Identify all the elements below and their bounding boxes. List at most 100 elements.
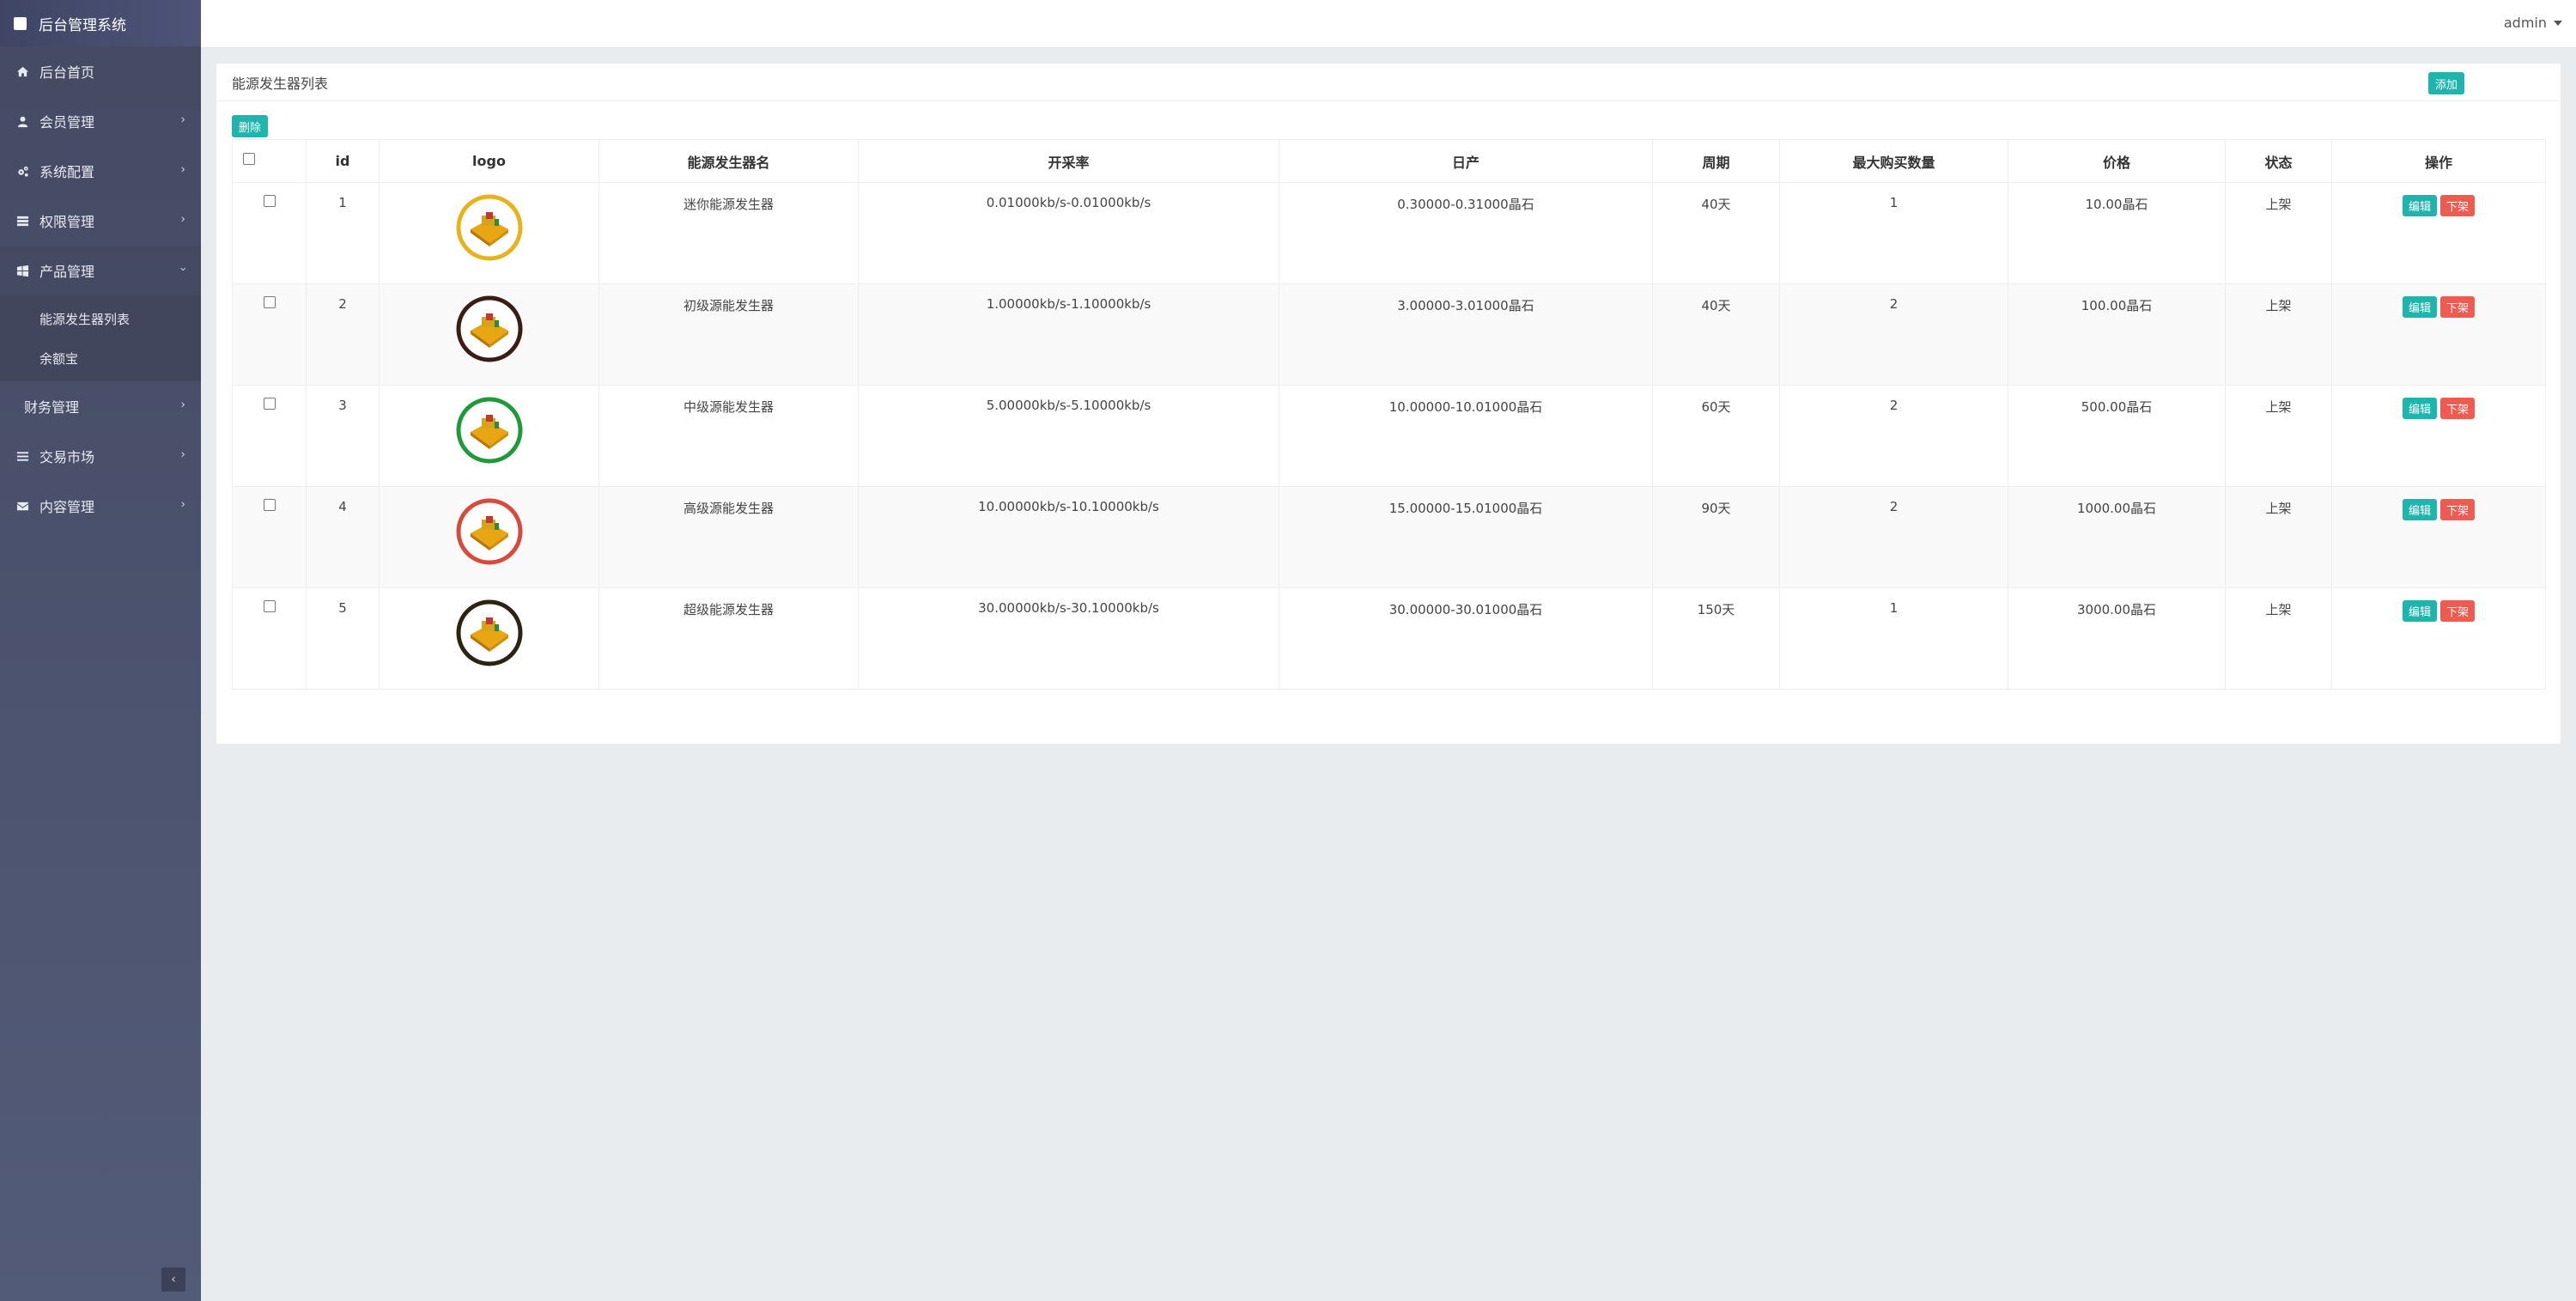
sidebar-item-home[interactable]: 后台首页 (0, 46, 201, 96)
row-checkbox[interactable] (263, 600, 276, 612)
chevron-right-icon: › (180, 112, 185, 127)
cell-daily: 10.00000-10.01000晶石 (1279, 385, 1653, 487)
select-all-checkbox[interactable] (243, 153, 255, 165)
sidebar-item-members[interactable]: 会员管理 › (0, 96, 201, 146)
products-submenu: 能源发生器列表 余额宝 (0, 295, 201, 381)
row-checkbox[interactable] (263, 195, 276, 207)
cell-logo (379, 283, 599, 386)
add-button[interactable]: 添加 (2428, 72, 2465, 94)
row-checkbox[interactable] (263, 499, 276, 511)
cell-name: 高级源能发生器 (598, 486, 859, 588)
cell-rate: 10.00000kb/s-10.10000kb/s (858, 486, 1279, 588)
cell-id: 5 (306, 587, 380, 690)
column-header-id: id (306, 139, 380, 183)
table-row: 1 迷你能源发生器 0.01000kb/s-0.01000kb/s 0.3000… (232, 182, 2546, 284)
chevron-left-icon: ‹ (171, 1273, 176, 1286)
column-header-rate: 开采率 (858, 139, 1279, 183)
brand-title: 后台管理系统 (39, 16, 126, 34)
cell-actions: 编辑 下架 (2331, 182, 2546, 284)
column-header-period: 周期 (1652, 139, 1780, 183)
generator-logo-icon (456, 498, 522, 565)
column-header-max-qty: 最大购买数量 (1779, 139, 2008, 183)
cell-actions: 编辑 下架 (2331, 283, 2546, 386)
cell-daily: 0.30000-0.31000晶石 (1279, 182, 1653, 284)
sidebar-item-finance[interactable]: 财务管理 › (0, 381, 201, 431)
generator-logo (453, 394, 526, 466)
cell-max-qty: 2 (1779, 486, 2008, 588)
offshelf-button[interactable]: 下架 (2440, 195, 2476, 216)
cell-daily: 15.00000-15.01000晶石 (1279, 486, 1653, 588)
offshelf-button[interactable]: 下架 (2440, 296, 2476, 318)
caret-down-icon (2554, 20, 2562, 26)
cell-max-qty: 1 (1779, 182, 2008, 284)
offshelf-button[interactable]: 下架 (2440, 398, 2476, 419)
topbar: admin (201, 0, 2576, 48)
cell-rate: 0.01000kb/s-0.01000kb/s (858, 182, 1279, 284)
cell-name: 迷你能源发生器 (598, 182, 859, 284)
row-select-cell[interactable] (232, 182, 307, 284)
sidebar-collapse-button[interactable]: ‹ (161, 1268, 185, 1292)
user-menu[interactable]: admin (2504, 15, 2562, 31)
offshelf-button[interactable]: 下架 (2440, 499, 2476, 520)
chevron-right-icon: › (180, 398, 185, 412)
cell-name: 中级源能发生器 (598, 385, 859, 487)
sidebar-item-products[interactable]: 产品管理 › (0, 246, 201, 295)
cell-price: 100.00晶石 (2008, 283, 2226, 386)
cell-status: 上架 (2225, 587, 2332, 690)
row-checkbox[interactable] (263, 296, 276, 308)
row-select-cell[interactable] (232, 486, 307, 588)
windows-icon (15, 264, 29, 277)
column-header-name: 能源发生器名 (598, 139, 859, 183)
row-select-cell[interactable] (232, 385, 307, 487)
table-row: 5 超级能源发生器 30.00000kb/s-30.10000kb/s 30.0… (232, 587, 2546, 690)
chevron-right-icon: › (180, 162, 185, 177)
cell-price: 10.00晶石 (2008, 182, 2226, 284)
cell-price: 1000.00晶石 (2008, 486, 2226, 588)
cell-status: 上架 (2225, 283, 2332, 386)
cell-name: 初级源能发生器 (598, 283, 859, 386)
generator-table: id logo 能源发生器名 开采率 日产 周期 最大购买数量 价格 状态 操作… (232, 139, 2546, 690)
edit-button[interactable]: 编辑 (2402, 499, 2437, 520)
delete-button[interactable]: 删除 (232, 115, 269, 137)
gears-icon (15, 164, 29, 178)
sidebar-subitem-yuebao[interactable]: 余额宝 (0, 338, 201, 378)
row-select-cell[interactable] (232, 587, 307, 690)
table-row: 2 初级源能发生器 1.00000kb/s-1.10000kb/s 3.0000… (232, 283, 2546, 386)
edit-button[interactable]: 编辑 (2402, 296, 2437, 318)
brand[interactable]: 后台管理系统 (0, 0, 201, 46)
cell-actions: 编辑 下架 (2331, 587, 2546, 690)
sidebar-item-market[interactable]: 交易市场 › (0, 431, 201, 481)
cell-rate: 30.00000kb/s-30.10000kb/s (858, 587, 1279, 690)
cell-name: 超级能源发生器 (598, 587, 859, 690)
row-select-cell[interactable] (232, 283, 307, 386)
column-header-actions: 操作 (2331, 139, 2546, 183)
sidebar-item-content[interactable]: 内容管理 › (0, 481, 201, 531)
cell-max-qty: 2 (1779, 385, 2008, 487)
header-select-all[interactable] (232, 139, 307, 183)
column-header-logo: logo (379, 139, 599, 183)
chevron-right-icon: › (180, 447, 185, 462)
cell-logo (379, 587, 599, 690)
chevron-down-icon: › (176, 266, 191, 272)
sidebar-item-label: 交易市场 (39, 449, 95, 465)
cell-status: 上架 (2225, 486, 2332, 588)
panel-header: 能源发生器列表 添加 (216, 64, 2561, 101)
sidebar-item-permissions[interactable]: 权限管理 › (0, 196, 201, 246)
offshelf-button[interactable]: 下架 (2440, 600, 2476, 622)
cell-period: 60天 (1652, 385, 1780, 487)
row-checkbox[interactable] (263, 398, 276, 410)
cell-id: 4 (306, 486, 380, 588)
sidebar-item-system-config[interactable]: 系统配置 › (0, 146, 201, 196)
generator-list-panel: 能源发生器列表 添加 删除 id logo 能源发生器名 开采率 日产 周期 最… (216, 64, 2561, 744)
sidebar-item-label: 系统配置 (39, 164, 95, 180)
edit-button[interactable]: 编辑 (2402, 398, 2437, 419)
generator-logo (453, 597, 526, 669)
column-header-daily: 日产 (1279, 139, 1653, 183)
edit-button[interactable]: 编辑 (2402, 600, 2437, 622)
cell-status: 上架 (2225, 182, 2332, 284)
edit-button[interactable]: 编辑 (2402, 195, 2437, 216)
sidebar-item-label: 权限管理 (39, 214, 95, 230)
sidebar-subitem-generator-list[interactable]: 能源发生器列表 (0, 299, 201, 338)
chevron-right-icon: › (180, 497, 185, 512)
cell-status: 上架 (2225, 385, 2332, 487)
